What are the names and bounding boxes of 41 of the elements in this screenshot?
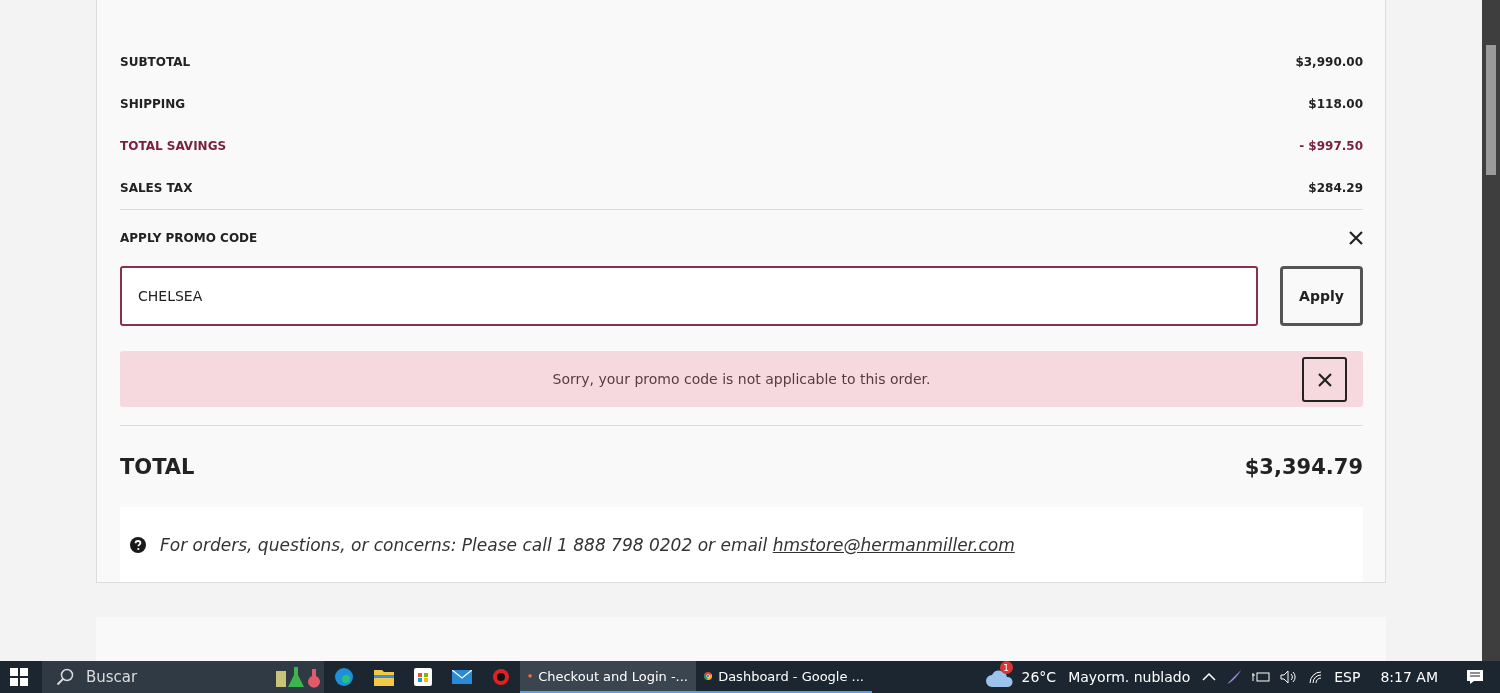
scrollbar[interactable] (1482, 0, 1500, 661)
notification-badge: 1 (999, 661, 1013, 674)
mail-icon[interactable] (452, 670, 472, 684)
dismiss-button[interactable] (1302, 357, 1347, 402)
apply-button[interactable]: Apply (1280, 266, 1363, 326)
summary-value: $3,990.00 (1295, 55, 1363, 69)
close-icon (1316, 371, 1333, 388)
summary-value: $118.00 (1308, 97, 1363, 111)
help-text: For orders, questions, or concerns: Please call 1 888 798 0202 or email hmstore@hermanmiller.com (160, 534, 1015, 555)
summary-label: SUBTOTAL (120, 55, 191, 69)
chevron-up-icon[interactable] (1202, 672, 1217, 682)
weather-text[interactable]: Mayorm. nublado (1068, 669, 1191, 685)
summary-label: TOTAL SAVINGS (120, 139, 227, 153)
language-indicator[interactable]: ESP (1334, 669, 1361, 685)
promo-title: APPLY PROMO CODE (120, 231, 258, 245)
search-placeholder: Buscar (86, 668, 139, 686)
total-value: $3,394.79 (1244, 454, 1363, 479)
taskbar-window[interactable]: Checkout and Login -... (520, 661, 696, 693)
temperature[interactable]: 26°C (1021, 669, 1057, 685)
close-icon[interactable] (1349, 231, 1363, 245)
windows-start-icon[interactable] (10, 668, 28, 686)
store-icon[interactable] (414, 668, 432, 686)
clock[interactable]: 8:17 AM (1380, 669, 1438, 685)
notifications-icon[interactable] (1466, 669, 1484, 685)
summary-label: SHIPPING (120, 97, 186, 111)
taskbar-window[interactable]: Dashboard - Google ... (696, 661, 872, 693)
summary-value: $284.29 (1308, 181, 1363, 195)
app-icon[interactable] (492, 668, 510, 686)
battery-icon[interactable] (1252, 670, 1271, 684)
folder-icon[interactable] (374, 668, 394, 686)
email-link[interactable]: hmstore@hermanmiller.com (772, 534, 1015, 555)
promo-code-field[interactable]: CHELSEA (120, 266, 1258, 326)
summary-label: SALES TAX (120, 181, 193, 195)
summary-value: - $997.50 (1299, 139, 1363, 153)
taskbar-search[interactable]: Buscar (42, 661, 324, 693)
search-icon (56, 668, 74, 686)
edge-browser-icon[interactable] (334, 667, 354, 687)
speaker-icon[interactable] (1280, 670, 1299, 684)
help-icon (130, 536, 146, 553)
error-message: Sorry, your promo code is not applicable to this order. (552, 371, 931, 387)
total-label: TOTAL (120, 454, 195, 479)
